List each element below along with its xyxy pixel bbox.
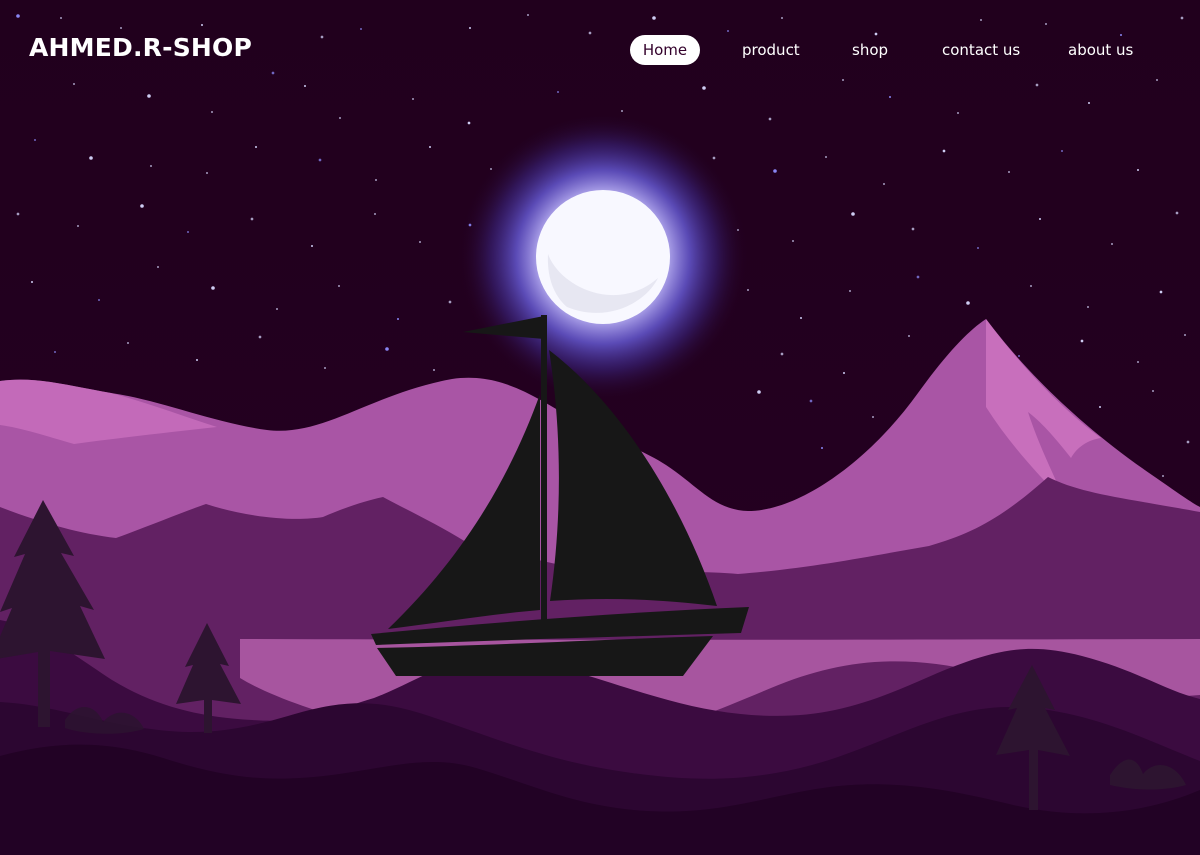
star-icon (311, 245, 313, 247)
star-icon (621, 110, 623, 112)
star-icon (849, 290, 851, 292)
star-icon (1087, 306, 1089, 308)
star-icon (448, 300, 452, 304)
star-icon (54, 351, 56, 353)
star-icon (1184, 334, 1186, 336)
star-icon (773, 169, 777, 173)
star-icon (1018, 355, 1020, 357)
star-icon (966, 301, 970, 305)
star-icon (211, 111, 213, 113)
star-icon (1186, 440, 1190, 444)
star-icon (843, 372, 845, 374)
star-icon (809, 399, 813, 403)
star-icon (250, 217, 254, 221)
main-navigation: Home product shop contact us about us (630, 35, 1170, 65)
star-icon (397, 318, 399, 320)
star-icon (258, 335, 262, 339)
star-icon (883, 183, 885, 185)
star-icon (140, 204, 144, 208)
star-icon (187, 231, 189, 233)
star-icon (206, 172, 208, 174)
star-icon (1159, 290, 1163, 294)
star-icon (211, 286, 215, 290)
star-icon (1175, 211, 1179, 215)
star-icon (825, 156, 827, 158)
star-icon (318, 158, 322, 162)
star-icon (851, 212, 855, 216)
star-icon (1137, 361, 1139, 363)
star-icon (1008, 171, 1010, 173)
star-icon (1088, 102, 1090, 104)
sailboat-mast (541, 315, 547, 624)
star-icon (89, 156, 93, 160)
star-icon (757, 390, 761, 394)
star-icon (942, 149, 946, 153)
star-icon (374, 213, 376, 215)
nav-home-link[interactable]: Home (630, 35, 700, 65)
star-icon (255, 146, 257, 148)
star-icon (712, 156, 716, 160)
star-icon (977, 247, 979, 249)
site-logo-text[interactable]: AHMED.R-SHOP (29, 33, 252, 62)
star-icon (339, 117, 341, 119)
nav-shop-link[interactable]: shop (852, 35, 888, 65)
star-icon (467, 121, 471, 125)
star-icon (276, 308, 278, 310)
star-icon (747, 289, 749, 291)
star-icon (821, 447, 823, 449)
nav-contact-us-link[interactable]: contact us (942, 35, 1020, 65)
star-icon (780, 352, 784, 356)
star-icon (324, 367, 326, 369)
star-icon (800, 317, 802, 319)
star-icon (150, 165, 152, 167)
star-icon (34, 139, 36, 141)
site-header: AHMED.R-SHOP Home product shop contact u… (0, 0, 1200, 100)
star-icon (768, 117, 772, 121)
star-icon (375, 179, 377, 181)
star-icon (196, 359, 198, 361)
star-icon (911, 227, 915, 231)
star-icon (385, 347, 389, 351)
nav-about-us-link[interactable]: about us (1068, 35, 1133, 65)
nav-product-link[interactable]: product (742, 35, 800, 65)
star-icon (31, 281, 33, 283)
star-icon (1030, 285, 1032, 287)
star-icon (98, 299, 100, 301)
star-icon (127, 342, 129, 344)
star-icon (1061, 150, 1063, 152)
star-icon (872, 416, 874, 418)
star-icon (957, 112, 959, 114)
star-icon (1152, 390, 1154, 392)
star-icon (419, 241, 421, 243)
night-landscape-background (0, 0, 1200, 855)
star-icon (433, 369, 435, 371)
star-icon (1162, 475, 1164, 477)
star-icon (16, 212, 20, 216)
landing-page: AHMED.R-SHOP Home product shop contact u… (0, 0, 1200, 855)
star-icon (1099, 406, 1101, 408)
star-icon (77, 225, 79, 227)
star-icon (1039, 218, 1041, 220)
star-icon (157, 266, 159, 268)
star-icon (1080, 339, 1084, 343)
star-icon (429, 146, 431, 148)
star-icon (1111, 243, 1113, 245)
star-icon (338, 285, 340, 287)
star-icon (1137, 169, 1139, 171)
star-icon (916, 275, 920, 279)
star-icon (792, 240, 794, 242)
star-icon (908, 335, 910, 337)
